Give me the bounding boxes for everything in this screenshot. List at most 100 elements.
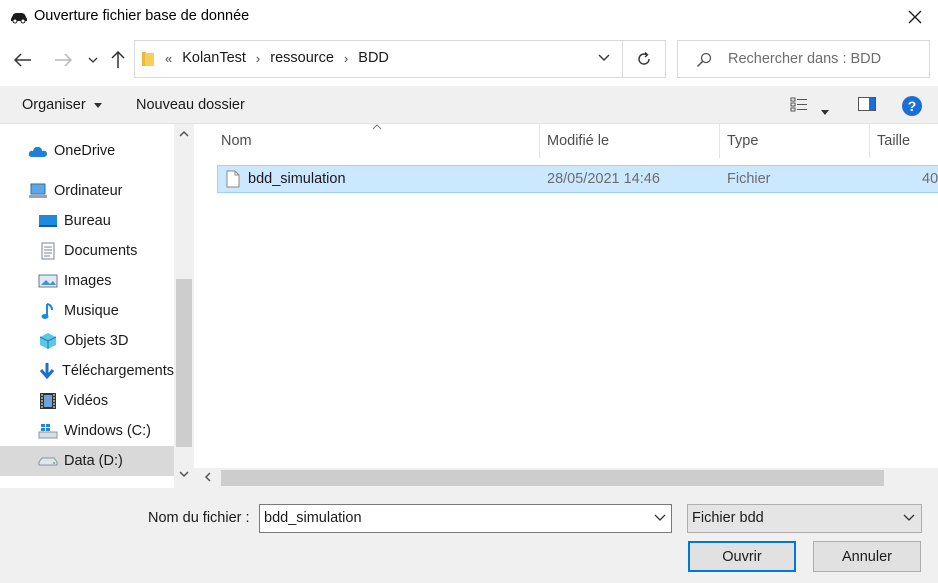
chevron-down-icon bbox=[88, 57, 98, 63]
sidebar-item-onedrive[interactable]: OneDrive bbox=[28, 136, 115, 166]
desktop-icon bbox=[38, 212, 58, 230]
breadcrumb-overflow[interactable]: « bbox=[165, 51, 172, 66]
chevron-down-icon bbox=[903, 514, 915, 521]
caret-down-icon bbox=[821, 110, 829, 115]
column-header-name[interactable]: Nom bbox=[213, 124, 540, 158]
file-name: bdd_simulation bbox=[248, 171, 346, 187]
breadcrumb-separator[interactable]: › bbox=[256, 51, 260, 66]
recent-locations-button[interactable] bbox=[82, 49, 104, 71]
address-bar[interactable]: « KolanTest › ressource › BDD bbox=[134, 40, 623, 78]
search-box[interactable]: Rechercher dans : BDD bbox=[677, 40, 930, 78]
sidebar-item-label: Windows (C:) bbox=[64, 423, 152, 439]
file-type-filter-value: Fichier bdd bbox=[692, 510, 764, 526]
music-note-icon bbox=[38, 302, 58, 320]
horizontal-scrollbar-thumb[interactable] bbox=[221, 470, 884, 486]
window-title: Ouverture fichier base de donnée bbox=[34, 8, 250, 24]
command-bar: Organiser Nouveau dossier ? bbox=[0, 86, 938, 124]
app-car-icon bbox=[11, 13, 27, 24]
details-view-icon bbox=[790, 97, 807, 112]
refresh-icon bbox=[638, 51, 650, 65]
file-list-horizontal-scrollbar[interactable] bbox=[194, 468, 938, 488]
sidebar-item-label: Data (D:) bbox=[64, 453, 123, 469]
up-button[interactable] bbox=[107, 49, 129, 71]
arrow-left-icon bbox=[14, 53, 31, 67]
file-list: Nom Modifié le Type Taille bdd_simulatio… bbox=[194, 124, 938, 488]
breadcrumb-separator[interactable]: › bbox=[344, 51, 348, 66]
caret-down-icon bbox=[93, 102, 102, 108]
view-options-button[interactable] bbox=[790, 96, 808, 115]
sidebar-item-label: Téléchargements bbox=[61, 363, 174, 379]
picture-icon bbox=[38, 272, 58, 290]
breadcrumb-ressource[interactable]: ressource bbox=[270, 50, 334, 66]
new-folder-button[interactable]: Nouveau dossier bbox=[136, 97, 245, 113]
breadcrumb-kolantest[interactable]: KolanTest bbox=[182, 50, 246, 66]
open-button[interactable]: Ouvrir bbox=[688, 541, 796, 572]
breadcrumb: « KolanTest › ressource › BDD bbox=[165, 50, 389, 66]
column-header-modified[interactable]: Modifié le bbox=[539, 124, 720, 158]
organize-label: Organiser bbox=[22, 97, 86, 113]
sidebar-scrollbar-thumb[interactable] bbox=[176, 279, 192, 447]
breadcrumb-bdd[interactable]: BDD bbox=[358, 50, 389, 66]
close-icon bbox=[908, 10, 922, 24]
download-arrow-icon bbox=[38, 362, 56, 380]
sidebar-item-label: Images bbox=[64, 273, 112, 289]
sidebar-item-3d-objects[interactable]: Objets 3D bbox=[38, 326, 128, 356]
filename-label: Nom du fichier : bbox=[148, 510, 250, 526]
sidebar-item-label: Ordinateur bbox=[54, 183, 123, 199]
file-type: Fichier bbox=[727, 171, 771, 187]
sidebar-item-desktop[interactable]: Bureau bbox=[38, 206, 111, 236]
file-row[interactable]: bdd_simulation 28/05/2021 14:46 Fichier … bbox=[217, 165, 938, 193]
scroll-down-icon[interactable] bbox=[179, 471, 189, 478]
cancel-button[interactable]: Annuler bbox=[813, 541, 921, 572]
chevron-down-icon[interactable] bbox=[654, 514, 666, 522]
preview-pane-icon bbox=[858, 97, 876, 111]
sidebar-item-computer[interactable]: Ordinateur bbox=[28, 176, 123, 206]
column-header-size[interactable]: Taille bbox=[869, 124, 938, 158]
sidebar-item-documents[interactable]: Documents bbox=[38, 236, 137, 266]
forward-button[interactable] bbox=[52, 49, 74, 71]
cloud-icon bbox=[28, 142, 48, 160]
scroll-up-icon[interactable] bbox=[179, 130, 189, 137]
filename-input[interactable]: bdd_simulation bbox=[259, 504, 672, 533]
scroll-left-icon[interactable] bbox=[204, 472, 211, 482]
sidebar-item-downloads[interactable]: Téléchargements bbox=[38, 356, 174, 386]
sidebar-item-label: Objets 3D bbox=[64, 333, 129, 349]
document-icon bbox=[38, 242, 58, 260]
filename-value: bdd_simulation bbox=[264, 510, 362, 526]
sidebar-item-label: Vidéos bbox=[64, 393, 109, 409]
search-icon bbox=[696, 52, 712, 68]
file-size: 40 bbox=[922, 171, 938, 187]
help-button[interactable]: ? bbox=[902, 96, 922, 116]
windows-drive-icon bbox=[38, 422, 58, 440]
address-dropdown-icon[interactable] bbox=[598, 54, 610, 62]
search-placeholder: Rechercher dans : BDD bbox=[728, 51, 882, 67]
sidebar-item-images[interactable]: Images bbox=[38, 266, 112, 296]
sidebar-item-windows-drive[interactable]: Windows (C:) bbox=[38, 416, 151, 446]
refresh-button[interactable] bbox=[622, 40, 666, 78]
view-options-dropdown[interactable] bbox=[821, 102, 829, 118]
file-modified: 28/05/2021 14:46 bbox=[547, 171, 660, 187]
preview-pane-button[interactable] bbox=[858, 97, 876, 114]
back-button[interactable] bbox=[12, 49, 34, 71]
column-header-type[interactable]: Type bbox=[719, 124, 870, 158]
sidebar-item-label: Musique bbox=[64, 303, 119, 319]
computer-icon bbox=[28, 182, 48, 200]
arrow-up-icon bbox=[111, 51, 125, 68]
film-icon bbox=[38, 392, 58, 410]
navigation-pane: OneDrive Ordinateur Bureau Documents Ima… bbox=[0, 124, 194, 488]
title-bar: Ouverture fichier base de donnée bbox=[0, 0, 938, 34]
folder-icon bbox=[142, 52, 154, 66]
drive-icon bbox=[38, 452, 58, 470]
navigation-row: « KolanTest › ressource › BDD Rechercher… bbox=[0, 34, 938, 86]
sidebar-item-label: Bureau bbox=[64, 213, 111, 229]
cube-icon bbox=[38, 332, 58, 350]
sidebar-item-videos[interactable]: Vidéos bbox=[38, 386, 108, 416]
sidebar-scrollbar[interactable] bbox=[174, 124, 194, 488]
arrow-right-icon bbox=[55, 53, 72, 67]
organize-menu[interactable]: Organiser bbox=[22, 97, 102, 113]
sidebar-item-music[interactable]: Musique bbox=[38, 296, 119, 326]
close-button[interactable] bbox=[892, 0, 938, 34]
file-type-filter[interactable]: Fichier bdd bbox=[687, 504, 922, 533]
sidebar-item-data-drive[interactable]: Data (D:) bbox=[0, 446, 174, 476]
sidebar-item-label: OneDrive bbox=[54, 143, 116, 159]
